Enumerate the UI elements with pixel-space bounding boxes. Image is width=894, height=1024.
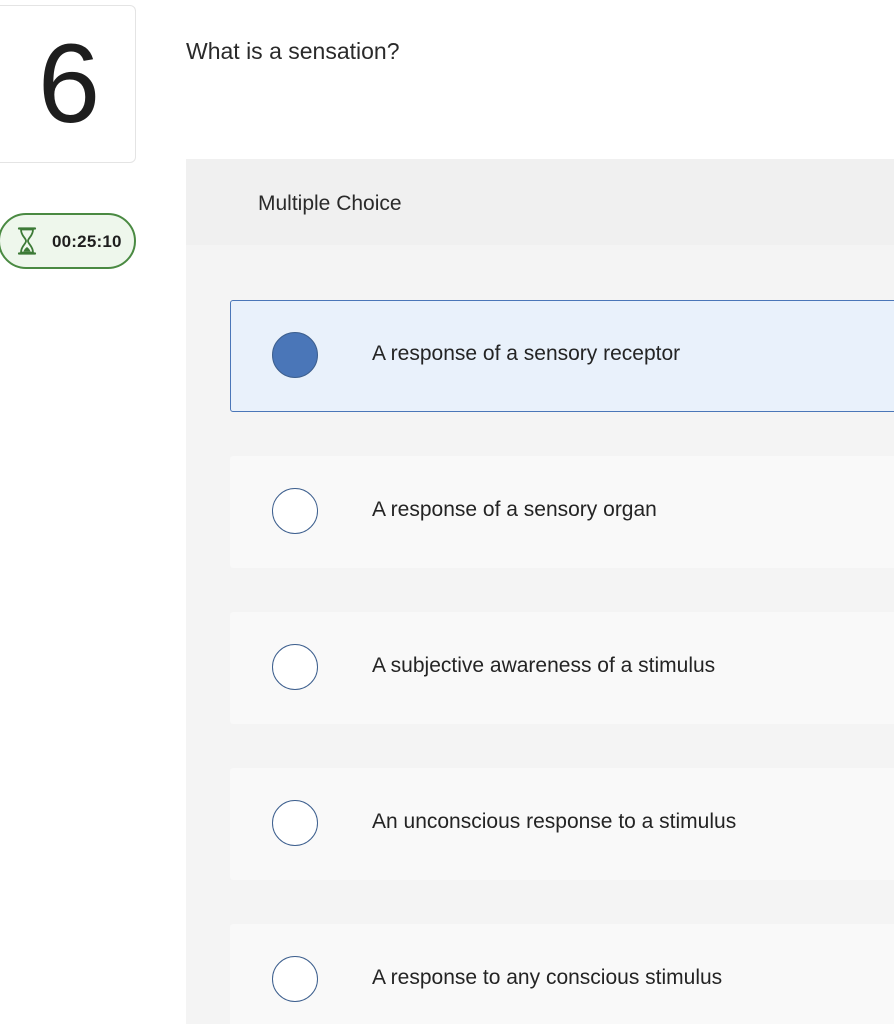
- answer-option-label: A response of a sensory receptor: [372, 342, 681, 365]
- radio-unselected-icon[interactable]: [272, 644, 318, 690]
- answer-option-1[interactable]: A response of a sensory receptor: [230, 300, 894, 412]
- answer-option-3[interactable]: A subjective awareness of a stimulus: [230, 612, 894, 724]
- radio-selected-icon[interactable]: [272, 332, 318, 378]
- question-type-header: Multiple Choice: [186, 159, 894, 245]
- radio-unselected-icon[interactable]: [272, 956, 318, 1002]
- question-text: What is a sensation?: [186, 38, 400, 64]
- timer-value: 00:25:10: [52, 232, 122, 251]
- answer-option-5[interactable]: A response to any conscious stimulus: [230, 924, 894, 1024]
- answer-option-label: A response of a sensory organ: [372, 498, 657, 521]
- answer-option-4[interactable]: An unconscious response to a stimulus: [230, 768, 894, 880]
- radio-unselected-icon[interactable]: [272, 800, 318, 846]
- question-type-label: Multiple Choice: [258, 192, 402, 215]
- answer-option-label: A response to any conscious stimulus: [372, 966, 723, 989]
- answer-option-label: A subjective awareness of a stimulus: [372, 654, 716, 677]
- quiz-page: 6 00:25:10 What is a sensation? Multiple…: [0, 0, 894, 1024]
- question-number: 6: [37, 21, 100, 146]
- radio-unselected-icon[interactable]: [272, 488, 318, 534]
- answer-option-2[interactable]: A response of a sensory organ: [230, 456, 894, 568]
- hourglass-icon: [17, 227, 37, 255]
- answer-option-label: An unconscious response to a stimulus: [372, 810, 737, 833]
- timer-badge: 00:25:10: [0, 213, 136, 269]
- question-number-card: 6: [0, 5, 136, 163]
- answer-panel: Multiple Choice A response of a sensory …: [186, 159, 894, 1024]
